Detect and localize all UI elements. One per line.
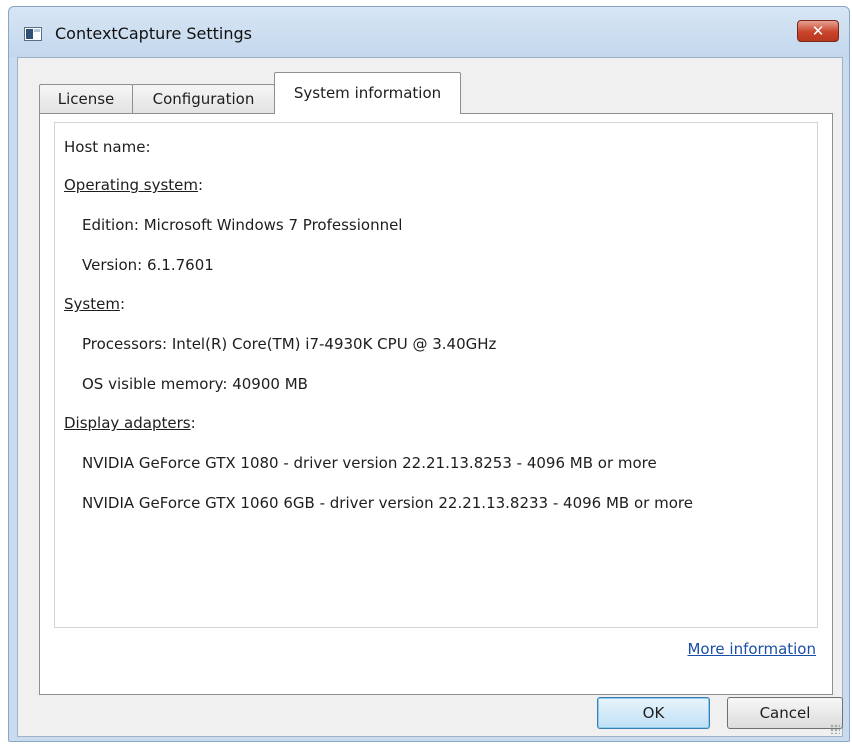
title-bar[interactable]: ContextCapture Settings ✕ xyxy=(9,7,849,57)
close-icon: ✕ xyxy=(811,22,825,40)
processors-info: Processors: Intel(R) Core(TM) i7-4930K C… xyxy=(82,335,497,353)
app-window-icon xyxy=(24,27,42,41)
os-heading-row: Operating system: xyxy=(64,176,203,194)
os-heading-colon: : xyxy=(198,176,204,194)
display-adapter-1: NVIDIA GeForce GTX 1080 - driver version… xyxy=(82,454,657,472)
cancel-button[interactable]: Cancel xyxy=(727,697,843,729)
window-title: ContextCapture Settings xyxy=(55,24,253,43)
display-adapter-2: NVIDIA GeForce GTX 1060 6GB - driver ver… xyxy=(82,494,693,512)
os-version: Version: 6.1.7601 xyxy=(82,256,214,274)
resize-grip-icon[interactable] xyxy=(830,724,840,734)
system-heading: System xyxy=(64,295,120,313)
display-heading-row: Display adapters: xyxy=(64,414,196,432)
display-adapters-heading: Display adapters xyxy=(64,414,191,432)
system-heading-colon: : xyxy=(119,295,125,313)
more-information-link[interactable]: More information xyxy=(687,640,816,658)
tab-system-information[interactable]: System information xyxy=(274,72,461,114)
close-button[interactable]: ✕ xyxy=(797,20,839,42)
system-info-box: Host name: Operating system: Edition: Mi… xyxy=(54,122,818,628)
host-name-label: Host name: xyxy=(64,138,151,156)
system-heading-row: System: xyxy=(64,295,125,313)
os-edition: Edition: Microsoft Windows 7 Professionn… xyxy=(82,216,403,234)
memory-info: OS visible memory: 40900 MB xyxy=(82,375,308,393)
display-heading-colon: : xyxy=(190,414,196,432)
os-heading: Operating system xyxy=(64,176,198,194)
dialog-body: License Configuration System information… xyxy=(17,57,843,737)
tab-license[interactable]: License xyxy=(39,84,133,114)
system-information-panel: Host name: Operating system: Edition: Mi… xyxy=(39,113,833,695)
ok-button[interactable]: OK xyxy=(597,697,710,729)
settings-window: ContextCapture Settings ✕ License Config… xyxy=(8,6,850,742)
tab-configuration[interactable]: Configuration xyxy=(132,84,275,114)
